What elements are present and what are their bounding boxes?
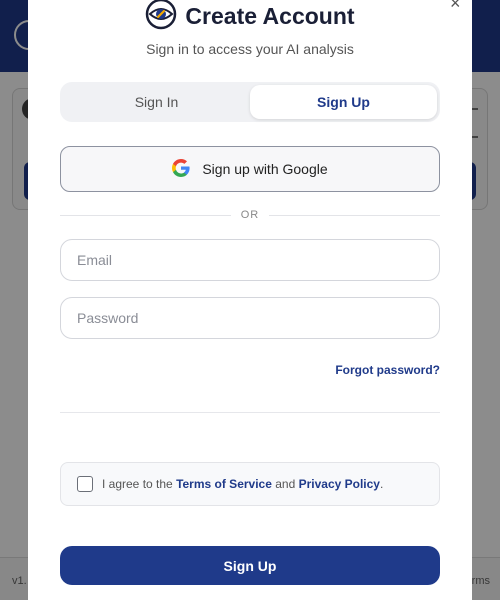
google-sign-up-button[interactable]: Sign up with Google xyxy=(60,146,440,192)
terms-of-service-link[interactable]: Terms of Service xyxy=(176,477,272,491)
tab-sign-up[interactable]: Sign Up xyxy=(250,85,437,119)
google-g-icon xyxy=(172,158,190,180)
or-divider: OR xyxy=(60,208,440,222)
auth-tabs: Sign In Sign Up xyxy=(60,82,440,122)
sign-up-button[interactable]: Sign Up xyxy=(60,546,440,585)
create-account-modal: × Create Account Sign in to access your … xyxy=(28,0,472,600)
eye-logo-icon xyxy=(145,0,177,35)
email-field[interactable] xyxy=(60,239,440,281)
terms-suffix: . xyxy=(379,477,384,491)
terms-agreement: I agree to the Terms of Service and Priv… xyxy=(60,462,440,506)
terms-middle: and xyxy=(271,477,299,491)
divider-text: OR xyxy=(240,209,260,221)
modal-subtitle: Sign in to access your AI analysis xyxy=(146,41,354,57)
terms-text: I agree to the Terms of Service and Priv… xyxy=(102,477,383,491)
terms-checkbox[interactable] xyxy=(77,476,93,492)
forgot-password-link[interactable]: Forgot password? xyxy=(335,363,440,377)
tab-sign-in[interactable]: Sign In xyxy=(63,85,250,119)
divider-line xyxy=(269,214,440,216)
terms-prefix: I agree to the xyxy=(102,477,177,491)
modal-title: Create Account xyxy=(185,3,355,29)
divider-line xyxy=(60,214,231,216)
privacy-policy-link[interactable]: Privacy Policy xyxy=(299,477,380,491)
password-field[interactable] xyxy=(60,297,440,339)
section-divider xyxy=(60,412,440,413)
google-button-label: Sign up with Google xyxy=(202,161,328,177)
modal-header: Create Account xyxy=(28,0,472,35)
